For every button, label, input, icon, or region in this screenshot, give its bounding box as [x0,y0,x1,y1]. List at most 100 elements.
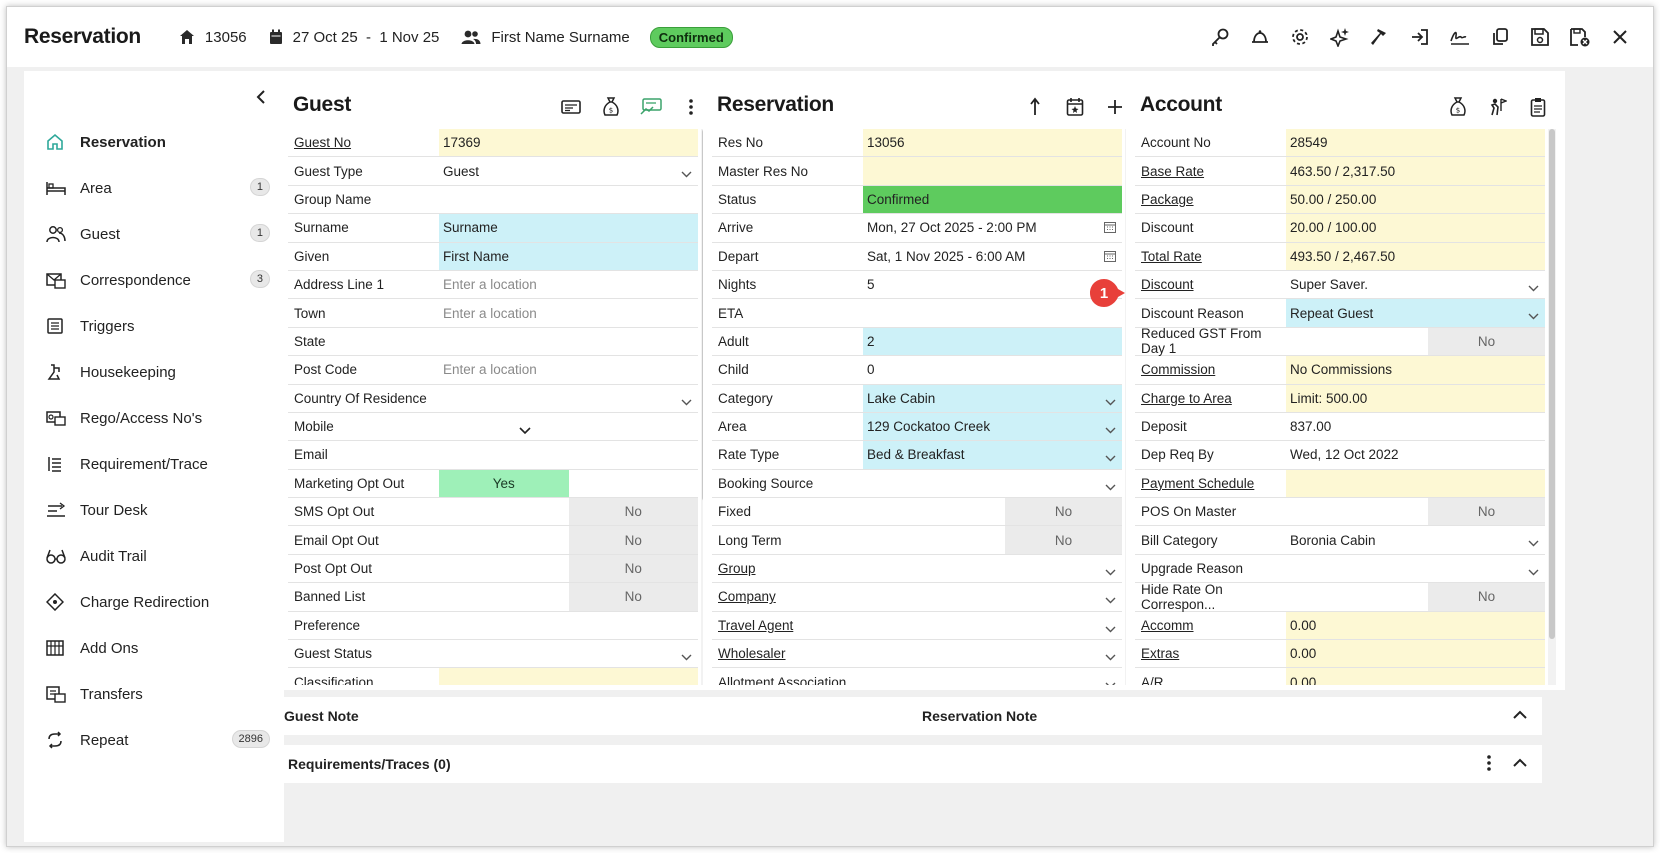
reservation-value-allotment-association[interactable] [863,668,1122,685]
sidebar-item-guest[interactable]: Guest 1 [24,211,284,257]
account-scrollbar[interactable] [1548,129,1556,685]
guest-value-surname[interactable]: Surname [439,214,698,242]
guest-value-preference[interactable] [439,612,698,639]
account-label-discount[interactable]: Discount [1135,271,1286,298]
guest-value-guest-no[interactable]: 17369 [439,129,698,157]
account-value-discount[interactable]: Super Saver. [1286,271,1545,298]
guest-note-label[interactable]: Guest Note [284,708,359,724]
reservation-value-arrive[interactable]: Mon, 27 Oct 2025 - 2:00 PM [863,214,1122,241]
sidebar-item-correspondence[interactable]: Correspondence 3 [24,257,284,303]
guest-value-mobile[interactable] [439,413,698,440]
sidebar-item-transfers[interactable]: Transfers [24,671,284,717]
reservation-value-nights[interactable]: 5 [863,271,1122,298]
toggle-left[interactable] [439,498,569,525]
account-label-commission[interactable]: Commission [1135,356,1286,383]
copy-button[interactable] [1487,25,1513,49]
reservation-calendar-button[interactable] [1062,95,1088,119]
guest-value-country-of-residence[interactable] [439,385,698,412]
reservation-value-group[interactable] [863,555,1122,582]
toggle-right[interactable]: No [568,526,698,554]
account-value-deposit[interactable]: 837.00 [1286,413,1545,440]
toggle-right[interactable] [569,470,699,497]
reservation-value-status[interactable]: Confirmed [863,185,1122,214]
requirements-label[interactable]: Requirements/Traces (0) [288,756,451,772]
account-value-base-rate[interactable]: 463.50 / 2,317.50 [1286,157,1545,185]
account-value-upgrade-reason[interactable] [1286,555,1545,582]
check-in-button[interactable] [1407,25,1433,49]
account-value-reduced-gst-from-day-1[interactable]: No [1478,334,1495,349]
settings-button[interactable] [1287,25,1313,49]
close-button[interactable] [1607,25,1633,49]
account-value-account-no[interactable]: 28549 [1286,129,1545,157]
guest-toggle-marketing-opt-out[interactable]: Yes [439,469,699,498]
reservation-note-label[interactable]: Reservation Note [922,708,1037,724]
requirements-more-button[interactable] [1486,754,1492,775]
reservation-label-group[interactable]: Group [712,555,863,582]
sidebar-item-housekeeping[interactable]: Housekeeping [24,349,284,395]
sidebar-item-triggers[interactable]: Triggers [24,303,284,349]
reservation-value-rate-type[interactable]: Bed & Breakfast [863,441,1122,469]
guest-value-guest-type[interactable]: Guest [439,157,698,184]
toggle-left[interactable] [439,583,569,610]
guest-toggle-sms-opt-out[interactable]: No [439,498,698,526]
account-label-charge-to-area[interactable]: Charge to Area [1135,385,1286,412]
account-value-bill-category[interactable]: Boronia Cabin [1286,526,1545,553]
reservation-value-depart[interactable]: Sat, 1 Nov 2025 - 6:00 AM [863,243,1122,270]
reservation-value-booking-source[interactable] [863,470,1122,497]
collapse-sidebar-button[interactable] [254,89,274,109]
guest-value-banned-list[interactable]: No [625,589,642,604]
guest-value-marketing-opt-out[interactable]: Yes [493,476,515,491]
guest-value-guest-status[interactable] [439,640,698,667]
account-value-package[interactable]: 50.00 / 250.00 [1286,185,1545,214]
toggle-left[interactable]: Yes [439,469,569,498]
reservation-value-eta[interactable] [863,299,1122,326]
guest-loyalty-button[interactable] [638,95,664,119]
guest-value-sms-opt-out[interactable]: No [625,504,642,519]
account-toggle-reduced-gst-from-day-1[interactable]: No [1286,327,1545,356]
account-label-extras[interactable]: Extras [1135,640,1286,667]
sidebar-item-reservation[interactable]: Reservation [24,119,284,165]
account-value-commission[interactable]: No Commissions [1286,356,1545,384]
guest-value-post-opt-out[interactable]: No [625,561,642,576]
account-label-payment-schedule[interactable]: Payment Schedule [1135,470,1286,497]
account-label-package[interactable]: Package [1135,186,1286,213]
toggle-right[interactable]: No [568,583,698,611]
hammer-button[interactable] [1367,25,1393,49]
sidebar-item-area[interactable]: Area 1 [24,165,284,211]
reservation-label-travel-agent[interactable]: Travel Agent [712,612,863,639]
guest-value-email[interactable] [439,441,698,468]
reservation-value-res-no[interactable]: 13056 [863,129,1122,157]
account-value-total-rate[interactable]: 493.50 / 2,467.50 [1286,242,1545,270]
reservation-label-wholesaler[interactable]: Wholesaler [712,640,863,667]
reservation-value-company[interactable] [863,583,1122,610]
reservation-value-long-term[interactable]: No [1055,533,1072,548]
guest-toggle-post-opt-out[interactable]: No [439,554,698,583]
guest-value-group-name[interactable] [439,186,698,213]
reservation-value-child[interactable]: 0 [863,356,1122,383]
signature-button[interactable] [1447,25,1473,49]
toggle-right[interactable]: No [568,554,698,583]
reservation-value-fixed[interactable]: No [1055,504,1072,519]
account-value-a-r[interactable]: 0.00 [1286,668,1545,685]
reservation-toggle-fixed[interactable]: No [863,498,1122,526]
reservation-value-master-res-no[interactable] [863,157,1122,185]
guest-value-classification[interactable] [439,668,698,685]
account-value-hide-rate-on-correspon[interactable]: No [1478,589,1495,604]
reservation-upgrade-button[interactable] [1022,95,1048,119]
sidebar-item-rego-access-no-s[interactable]: Rego/Access No's [24,395,284,441]
sidebar-item-add-ons[interactable]: Add Ons [24,625,284,671]
guest-more-button[interactable] [678,95,704,119]
sidebar-item-tour-desk[interactable]: Tour Desk [24,487,284,533]
toggle-left[interactable] [439,526,569,553]
reservation-value-wholesaler[interactable] [863,640,1122,667]
guest-money-button[interactable]: $ [598,95,624,119]
account-value-accomm[interactable]: 0.00 [1286,611,1545,640]
guest-value-given[interactable]: First Name [439,242,698,270]
account-value-pos-on-master[interactable]: No [1478,504,1495,519]
account-value-extras[interactable]: 0.00 [1286,640,1545,668]
reservation-add-button[interactable] [1102,95,1128,119]
account-person-button[interactable] [1485,95,1511,119]
sidebar-item-requirement-trace[interactable]: Requirement/Trace [24,441,284,487]
account-toggle-pos-on-master[interactable]: No [1286,498,1545,526]
key-button[interactable] [1207,25,1233,49]
